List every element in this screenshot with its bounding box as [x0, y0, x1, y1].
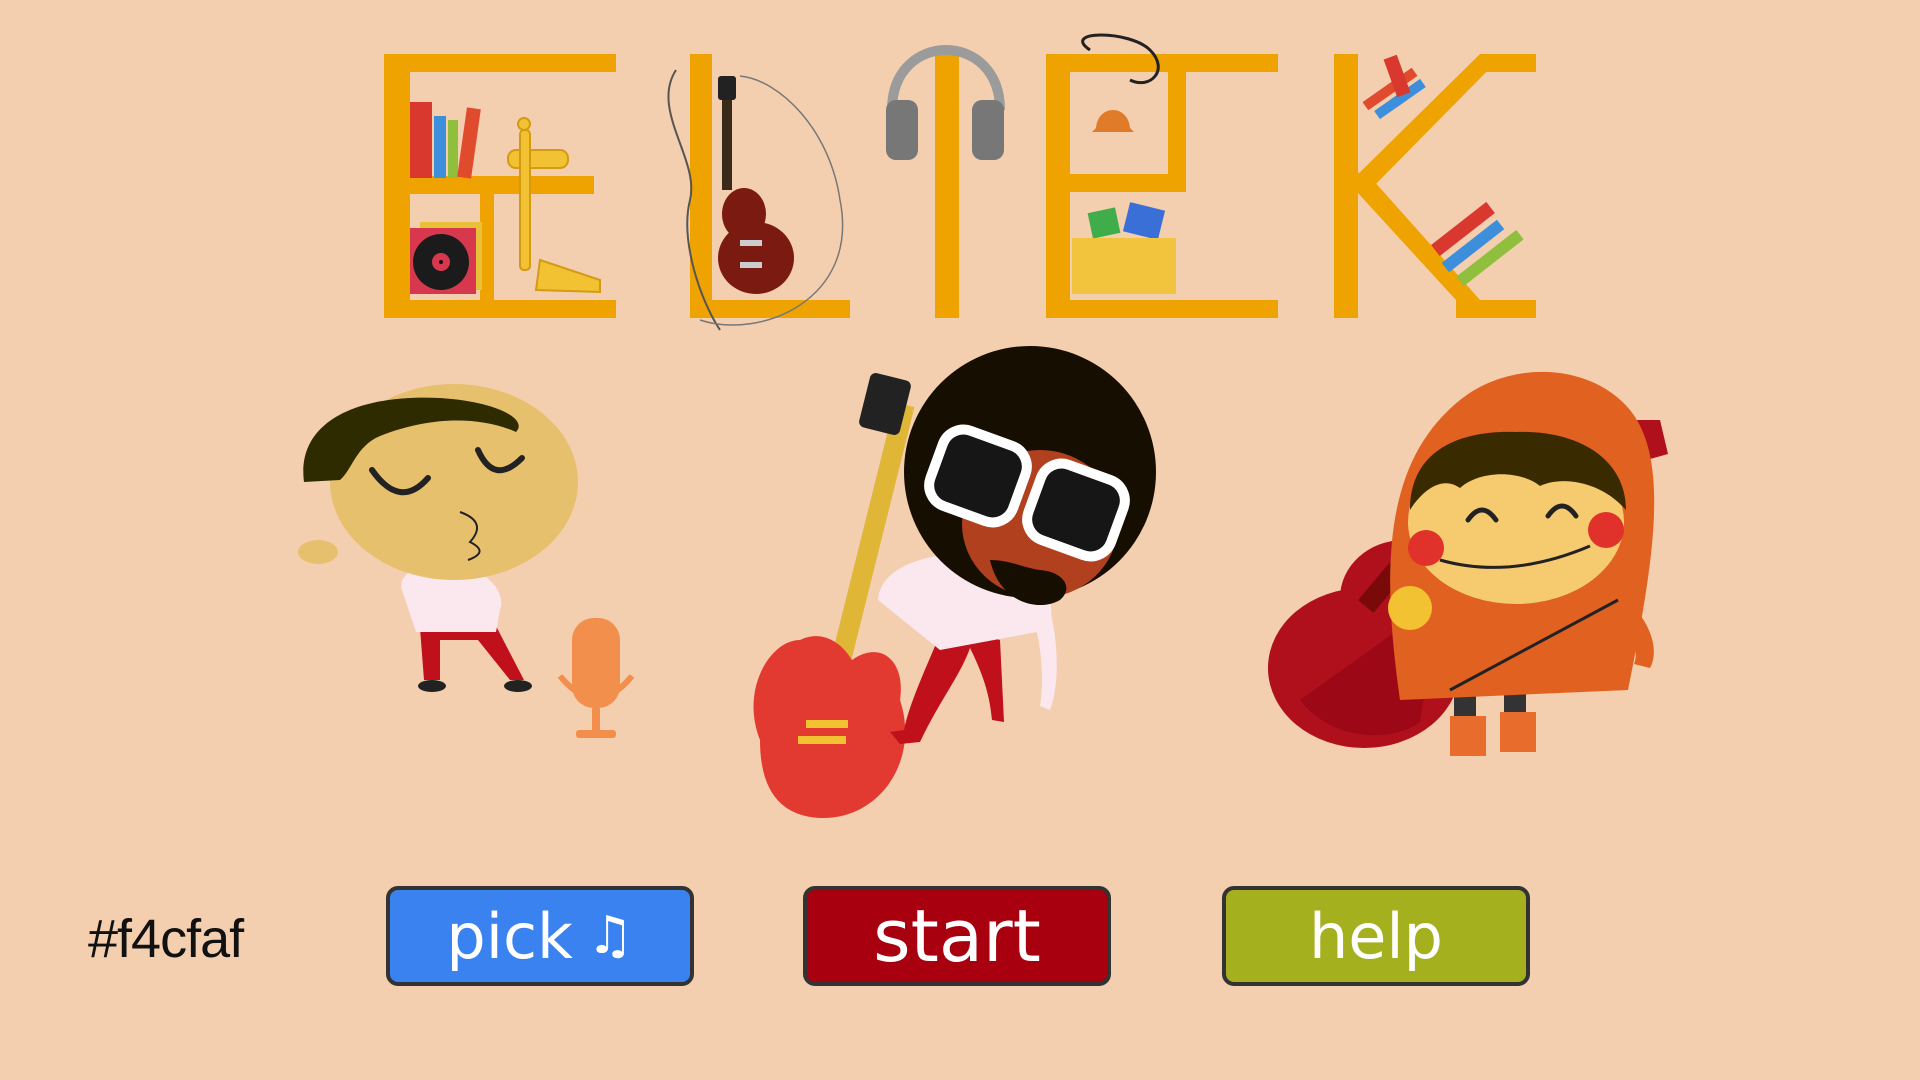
title-letter-i	[935, 54, 959, 318]
music-note-icon: ♫	[586, 906, 634, 966]
vinyl-record-icon	[410, 222, 482, 294]
pick-button[interactable]: pick ♫	[386, 886, 694, 986]
help-button-label: help	[1308, 899, 1444, 973]
folder-icon	[1072, 202, 1176, 294]
pick-button-label: pick	[446, 899, 573, 973]
help-button[interactable]: help	[1222, 886, 1530, 986]
title-letter-k	[1334, 54, 1536, 318]
background-color-label: #f4cfaf	[88, 909, 244, 969]
start-button[interactable]: start	[803, 886, 1111, 986]
books-icon	[410, 102, 481, 179]
afro-guitarist-character[interactable]	[753, 346, 1156, 819]
microphone-icon	[557, 618, 635, 738]
bell-icon	[1081, 33, 1160, 132]
hooded-guitar-kid-character[interactable]	[1268, 371, 1668, 756]
game-stage: #f4cfaf pick ♫ start help	[0, 0, 1920, 1080]
start-button-label: start	[873, 894, 1041, 978]
trumpet-icon	[507, 117, 601, 294]
singer-character[interactable]	[298, 384, 635, 738]
